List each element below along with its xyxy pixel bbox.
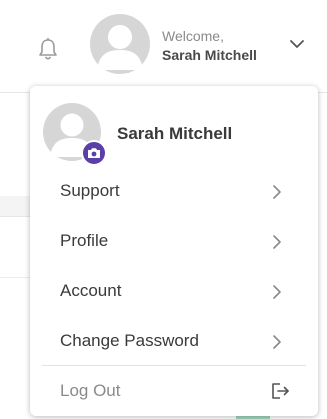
menu-item-label: Support [60,181,120,200]
chevron-down-icon[interactable] [289,37,305,49]
welcome-text: Welcome, [162,28,224,44]
chevron-right-icon [273,235,281,249]
chevron-right-icon [273,185,281,199]
logout-icon [272,383,289,399]
menu-item-profile[interactable]: Profile [30,216,318,266]
menu-item-label: Profile [60,231,109,250]
user-name: Sarah Mitchell [162,47,257,63]
menu-item-label: Account [60,281,122,300]
user-dropdown-menu: Sarah Mitchell Support Profile Account C… [30,86,318,416]
menu-item-label: Change Password [60,331,199,350]
menu-user-name: Sarah Mitchell [117,124,233,143]
bell-icon[interactable] [37,37,59,61]
avatar[interactable] [90,14,150,74]
chevron-right-icon [273,285,281,299]
logout-button[interactable]: Log Out [30,366,318,416]
chevron-right-icon [273,335,281,349]
menu-item-change-password[interactable]: Change Password [30,316,318,366]
logout-label: Log Out [60,381,121,400]
menu-item-support[interactable]: Support [30,166,318,216]
menu-item-account[interactable]: Account [30,266,318,316]
camera-icon[interactable] [81,140,107,166]
